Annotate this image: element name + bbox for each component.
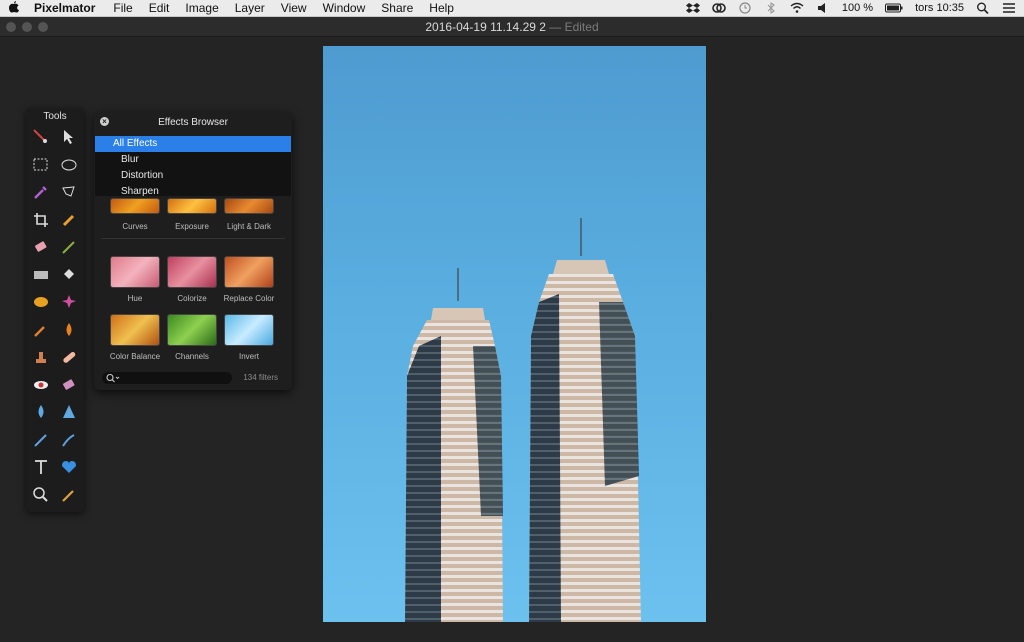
effect-thumb-colorize[interactable] [167, 256, 217, 288]
battery-icon[interactable] [885, 2, 903, 14]
menu-window[interactable]: Window [315, 1, 374, 15]
time-machine-icon[interactable] [738, 2, 752, 14]
app-menu[interactable]: Pixelmator [28, 1, 105, 15]
sharpen-eraser-icon[interactable] [58, 374, 80, 396]
eraser-tool-icon[interactable] [30, 236, 52, 258]
red-eye-icon[interactable] [30, 374, 52, 396]
effects-tool-icon[interactable] [58, 291, 80, 313]
effects-divider [101, 238, 285, 239]
battery-percentage[interactable]: 100 % [842, 2, 873, 14]
effects-browser-title: Effects Browser [158, 117, 228, 128]
wifi-icon[interactable] [790, 2, 804, 14]
effects-thumbnail-grid[interactable]: Curves Exposure Light & Dark Hue Coloriz… [95, 198, 291, 366]
close-icon[interactable]: × [100, 117, 109, 126]
volume-icon[interactable] [816, 2, 830, 14]
category-all-effects[interactable]: All Effects [95, 136, 291, 152]
effect-label-invert: Invert [238, 352, 259, 361]
menu-file[interactable]: File [105, 1, 140, 15]
menu-view[interactable]: View [273, 1, 315, 15]
effect-thumb-exposure[interactable] [167, 198, 217, 214]
shape-tool-icon[interactable] [58, 456, 80, 478]
smudge-tool-icon[interactable] [30, 319, 52, 341]
twin-towers-photo [405, 218, 641, 622]
category-sharpen[interactable]: Sharpen [95, 184, 291, 196]
menu-help[interactable]: Help [421, 1, 462, 15]
effects-search-field[interactable] [102, 372, 232, 384]
pen-tool-icon[interactable] [30, 429, 52, 451]
effect-thumb-invert[interactable] [224, 314, 274, 346]
window-titlebar: 2016-04-19 11.14.29 2 — Edited [0, 17, 1024, 37]
menu-edit[interactable]: Edit [141, 1, 178, 15]
tools-panel: Tools [26, 108, 84, 512]
edited-status: — Edited [545, 20, 599, 34]
menu-share[interactable]: Share [373, 1, 421, 15]
burn-tool-icon[interactable] [58, 319, 80, 341]
spotlight-search-icon[interactable] [976, 2, 990, 14]
brush-tool-icon[interactable] [58, 236, 80, 258]
bluetooth-icon[interactable] [764, 2, 778, 14]
ellipse-select-icon[interactable] [58, 154, 80, 176]
window-title: 2016-04-19 11.14.29 2 — Edited [0, 20, 1024, 34]
effect-thumb-replace-color[interactable] [224, 256, 274, 288]
document-name: 2016-04-19 11.14.29 2 [425, 20, 546, 34]
pencil-tool-icon[interactable] [58, 209, 80, 231]
effects-browser-panel: × Effects Browser All Effects Blur Disto… [94, 112, 292, 390]
freeform-pen-icon[interactable] [58, 429, 80, 451]
menu-image[interactable]: Image [177, 1, 226, 15]
menu-bar: Pixelmator File Edit Image Layer View Wi… [0, 0, 1024, 17]
effect-thumb-light-dark[interactable] [224, 198, 274, 214]
zoom-tool-icon[interactable] [30, 484, 52, 506]
effects-category-list[interactable]: All Effects Blur Distortion Sharpen [95, 136, 291, 196]
menubar-clock[interactable]: tors 10:35 [915, 2, 964, 14]
crop-tool-icon[interactable] [30, 209, 52, 231]
effect-label-light-dark: Light & Dark [226, 222, 272, 231]
sponge-tool-icon[interactable] [30, 291, 52, 313]
effect-thumb-hue[interactable] [110, 256, 160, 288]
search-icon [106, 373, 120, 383]
arrange-tool-icon[interactable] [30, 126, 52, 148]
apple-menu-icon[interactable] [0, 0, 28, 16]
paint-bucket-icon[interactable] [58, 264, 80, 286]
menu-layer[interactable]: Layer [227, 1, 273, 15]
effect-thumb-curves[interactable] [110, 198, 160, 214]
color-picker-icon[interactable] [30, 181, 52, 203]
tools-panel-title: Tools [43, 111, 67, 122]
category-blur[interactable]: Blur [95, 152, 291, 168]
creative-cloud-icon[interactable] [712, 2, 726, 14]
effect-thumb-color-balance[interactable] [110, 314, 160, 346]
sharpen-tool-icon[interactable] [58, 401, 80, 423]
hand-brush-icon[interactable] [58, 484, 80, 506]
type-tool-icon[interactable] [30, 456, 52, 478]
blur-tool-icon[interactable] [30, 401, 52, 423]
effect-thumb-channels[interactable] [167, 314, 217, 346]
dropbox-icon[interactable] [685, 2, 700, 14]
notification-center-icon[interactable] [1002, 2, 1016, 14]
move-tool-icon[interactable] [58, 126, 80, 148]
effect-label-replace-color: Replace Color [223, 294, 275, 303]
document-image[interactable] [323, 46, 706, 622]
gradient-tool-icon[interactable] [30, 264, 52, 286]
category-distortion[interactable]: Distortion [95, 168, 291, 184]
rect-select-icon[interactable] [30, 154, 52, 176]
lasso-select-icon[interactable] [58, 181, 80, 203]
clone-stamp-icon[interactable] [30, 346, 52, 368]
heal-tool-icon[interactable] [58, 346, 80, 368]
filter-count: 134 filters [243, 373, 278, 382]
